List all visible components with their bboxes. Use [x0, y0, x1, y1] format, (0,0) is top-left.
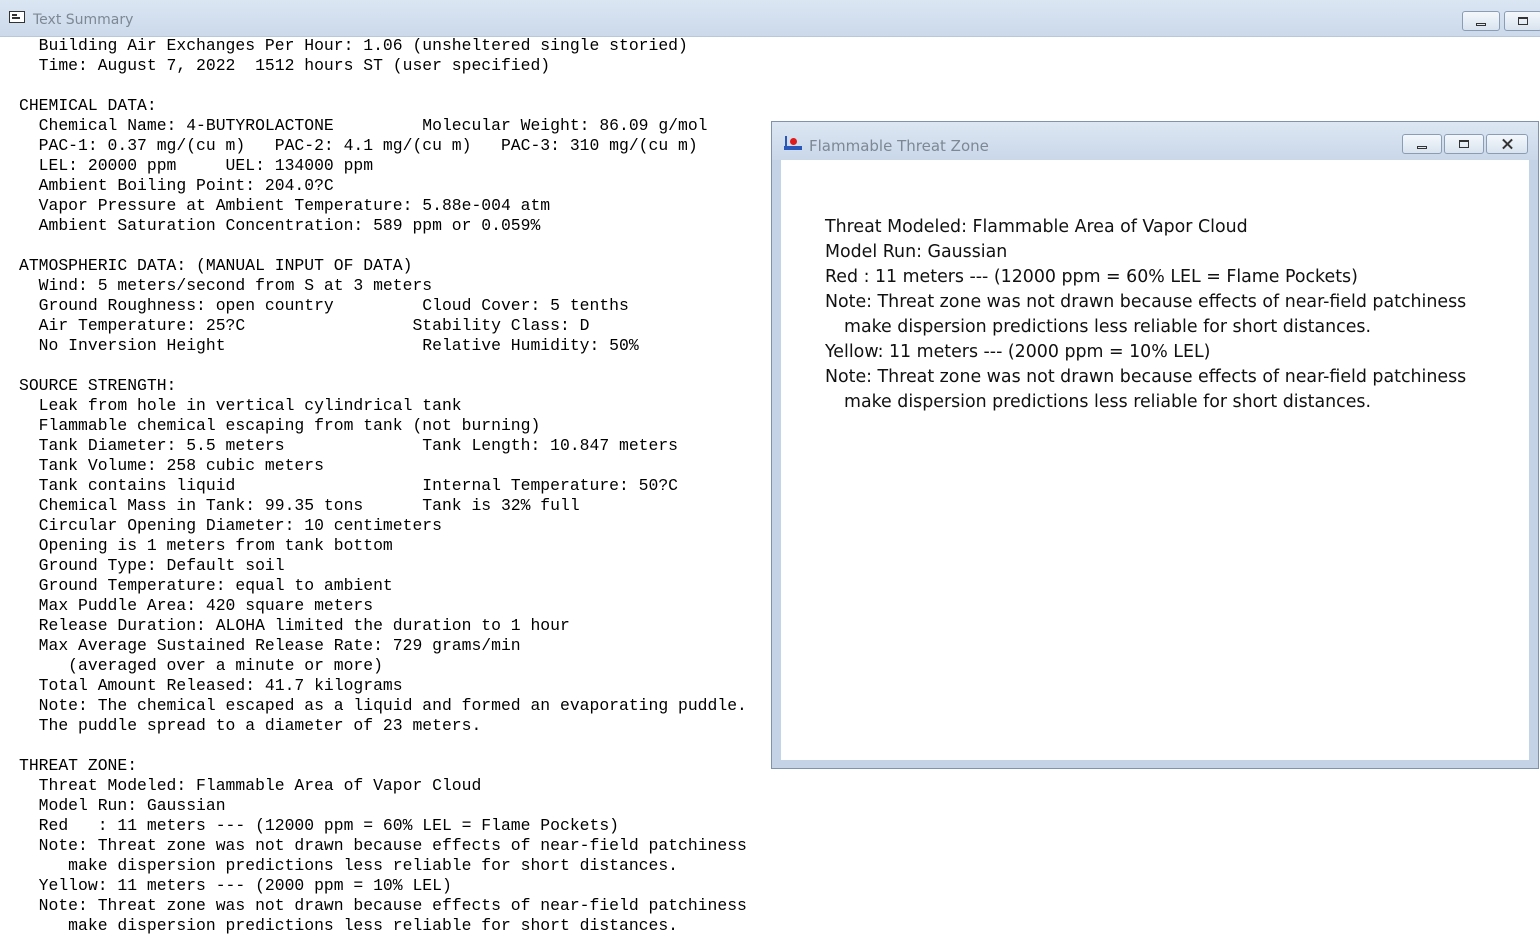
summary-line: CHEMICAL DATA:	[19, 96, 157, 115]
main-title-bar[interactable]: Text Summary	[0, 0, 1540, 37]
summary-line: Circular Opening Diameter: 10 centimeter…	[38, 516, 442, 535]
summary-line: Note: Threat zone was not drawn because …	[38, 896, 747, 915]
threat-zone-line: Model Run: Gaussian	[825, 242, 1008, 262]
maximize-icon	[1459, 140, 1469, 148]
summary-line: Opening is 1 meters from tank bottom	[38, 536, 393, 555]
summary-line: Time: August 7, 2022 1512 hours ST (user…	[38, 56, 551, 75]
main-window-title: Text Summary	[33, 12, 134, 28]
summary-line: ATMOSPHERIC DATA: (MANUAL INPUT OF DATA)	[19, 256, 413, 275]
summary-line: Ambient Saturation Concentration: 589 pp…	[38, 216, 541, 235]
summary-line: SOURCE STRENGTH:	[19, 376, 177, 395]
summary-line: Release Duration: ALOHA limited the dura…	[38, 616, 570, 635]
summary-line: LEL: 20000 ppm UEL: 134000 ppm	[38, 156, 374, 175]
close-icon	[1487, 135, 1527, 153]
summary-line: Vapor Pressure at Ambient Temperature: 5…	[38, 196, 551, 215]
summary-line: Tank contains liquid Internal Temperatur…	[38, 476, 679, 495]
threat-zone-line: Red : 11 meters --- (12000 ppm = 60% LEL…	[825, 267, 1358, 287]
summary-line: No Inversion Height Relative Humidity: 5…	[38, 336, 639, 355]
summary-line: Yellow: 11 meters --- (2000 ppm = 10% LE…	[38, 876, 452, 895]
minimize-icon	[1417, 145, 1427, 149]
threat-zone-line: make dispersion predictions less reliabl…	[844, 317, 1372, 337]
summary-line: Chemical Name: 4-BUTYROLACTONE Molecular…	[38, 116, 708, 135]
text-document-icon	[9, 11, 25, 23]
threat-zone-line: Threat Modeled: Flammable Area of Vapor …	[825, 217, 1248, 237]
flame-threat-icon	[784, 136, 802, 150]
summary-text-area[interactable]: Building Air Exchanges Per Hour: 1.06 (u…	[19, 36, 769, 936]
threat-zone-line: Note: Threat zone was not drawn because …	[825, 292, 1467, 312]
maximize-icon	[1518, 17, 1528, 25]
summary-line: Note: Threat zone was not drawn because …	[38, 836, 747, 855]
summary-line: Flammable chemical escaping from tank (n…	[38, 416, 541, 435]
threat-window-title-bar[interactable]: Flammable Threat Zone	[772, 122, 1538, 160]
summary-line: Building Air Exchanges Per Hour: 1.06 (u…	[38, 36, 688, 55]
summary-line: Air Temperature: 25?C Stability Class: D	[38, 316, 590, 335]
summary-line: Threat Modeled: Flammable Area of Vapor …	[38, 776, 482, 795]
threat-zone-text: Threat Modeled: Flammable Area of Vapor …	[825, 215, 1525, 415]
summary-line: Ground Temperature: equal to ambient	[38, 576, 393, 595]
summary-line: Total Amount Released: 41.7 kilograms	[38, 676, 403, 695]
summary-line: Red : 11 meters --- (12000 ppm = 60% LEL…	[38, 816, 619, 835]
threat-zone-line: Note: Threat zone was not drawn because …	[825, 367, 1467, 387]
summary-line: Tank Volume: 258 cubic meters	[38, 456, 324, 475]
flammable-threat-zone-window: Flammable Threat Zone Threat Modeled: Fl…	[771, 121, 1539, 769]
summary-line: Wind: 5 meters/second from S at 3 meters	[38, 276, 433, 295]
main-maximize-button[interactable]	[1504, 11, 1540, 31]
threat-minimize-button[interactable]	[1402, 134, 1442, 154]
threat-zone-line: make dispersion predictions less reliabl…	[844, 392, 1372, 412]
summary-line: Tank Diameter: 5.5 meters Tank Length: 1…	[38, 436, 679, 455]
summary-line: The puddle spread to a diameter of 23 me…	[38, 716, 482, 735]
summary-line: PAC-1: 0.37 mg/(cu m) PAC-2: 4.1 mg/(cu …	[38, 136, 698, 155]
threat-zone-line: Yellow: 11 meters --- (2000 ppm = 10% LE…	[825, 342, 1211, 362]
summary-line: make dispersion predictions less reliabl…	[68, 916, 679, 935]
minimize-icon	[1476, 22, 1486, 26]
summary-line: Model Run: Gaussian	[38, 796, 226, 815]
summary-line: Leak from hole in vertical cylindrical t…	[38, 396, 462, 415]
summary-line: THREAT ZONE:	[19, 756, 138, 775]
main-minimize-button[interactable]	[1462, 11, 1500, 31]
summary-line: Note: The chemical escaped as a liquid a…	[38, 696, 747, 715]
summary-line: Ambient Boiling Point: 204.0?C	[38, 176, 334, 195]
summary-line: Ground Type: Default soil	[38, 556, 285, 575]
summary-line: Chemical Mass in Tank: 99.35 tons Tank i…	[38, 496, 580, 515]
threat-window-title: Flammable Threat Zone	[809, 137, 989, 155]
summary-line: (averaged over a minute or more)	[68, 656, 383, 675]
threat-maximize-button[interactable]	[1444, 134, 1484, 154]
threat-close-button[interactable]	[1486, 134, 1528, 154]
summary-line: make dispersion predictions less reliabl…	[68, 856, 679, 875]
summary-line: Ground Roughness: open country Cloud Cov…	[38, 296, 629, 315]
summary-line: Max Average Sustained Release Rate: 729 …	[38, 636, 521, 655]
summary-line: Max Puddle Area: 420 square meters	[38, 596, 374, 615]
threat-zone-content: Threat Modeled: Flammable Area of Vapor …	[781, 160, 1529, 760]
